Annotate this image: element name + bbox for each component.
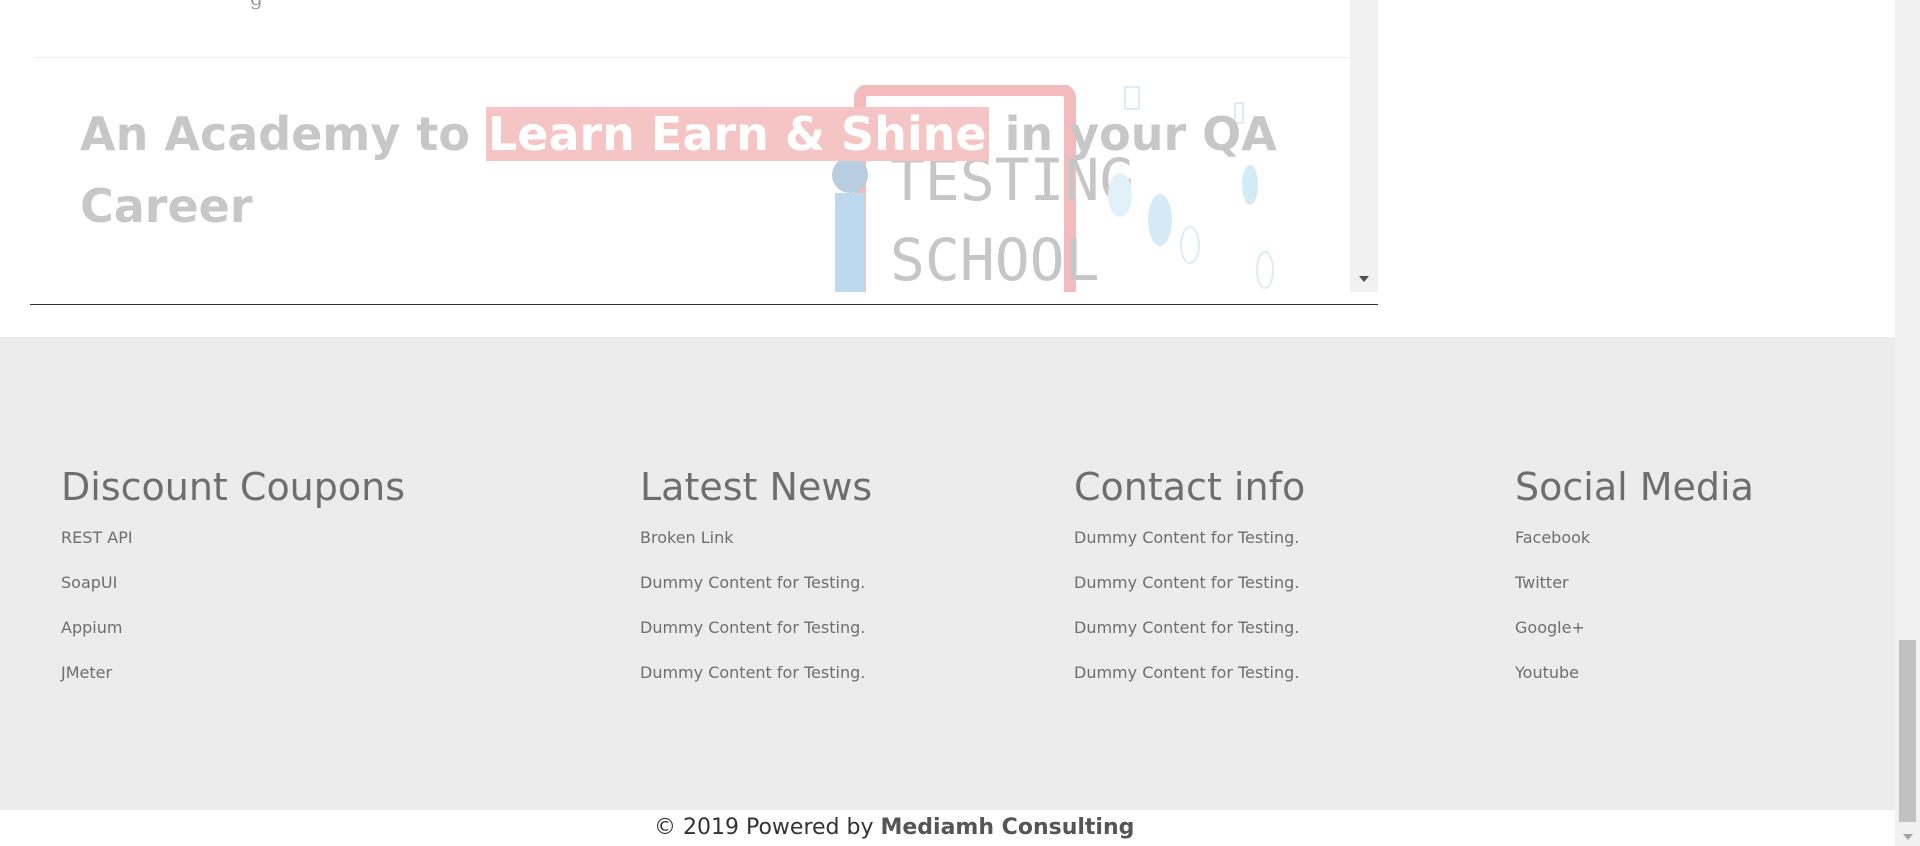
iframe-content: g TESTING SCHOOL An Academy to Learn Ear… (30, 0, 1350, 292)
footer-link[interactable]: JMeter (61, 663, 112, 682)
company-link[interactable]: Mediamh Consulting (880, 815, 1134, 840)
copyright-label: © 2019 Powered by (654, 815, 881, 840)
scroll-down-arrow-icon[interactable] (1903, 834, 1913, 840)
footer-link[interactable]: REST API (61, 528, 133, 547)
copyright-bar: © 2019 Powered by Mediamh Consulting (0, 810, 1895, 846)
divider (34, 57, 1350, 58)
footer-link[interactable]: Appium (61, 618, 122, 637)
footer-link-youtube[interactable]: Youtube (1515, 663, 1579, 682)
copyright-text: © 2019 Powered by Mediamh Consulting (654, 814, 1134, 842)
footer-heading: Contact info (1074, 465, 1306, 509)
hero-title-prefix: An Academy to (80, 107, 486, 161)
footer-link[interactable]: Dummy Content for Testing. (640, 663, 865, 682)
footer-link[interactable]: SoapUI (61, 573, 117, 592)
footer-heading: Discount Coupons (61, 465, 406, 509)
footer-link[interactable]: Dummy Content for Testing. (640, 618, 865, 637)
hero-title: An Academy to Learn Earn & Shine in your… (80, 98, 1280, 242)
scrollbar-thumb[interactable] (1899, 640, 1916, 822)
footer-heading: Social Media (1515, 465, 1754, 509)
clipped-text-fragment: g (250, 0, 290, 10)
footer-link-facebook[interactable]: Facebook (1515, 528, 1590, 547)
footer-link[interactable]: Dummy Content for Testing. (1074, 663, 1299, 682)
footer-column-discount-coupons: Discount Coupons REST API SoapUI Appium … (61, 464, 405, 708)
footer-link-google-plus[interactable]: Google+ (1515, 618, 1585, 637)
footer-link-twitter[interactable]: Twitter (1515, 573, 1569, 592)
hero-title-highlight: Learn Earn & Shine (485, 107, 989, 161)
footer-column-latest-news: Latest News Broken Link Dummy Content fo… (640, 464, 872, 708)
footer-heading: Latest News (640, 465, 873, 509)
footer: Discount Coupons REST API SoapUI Appium … (0, 337, 1895, 810)
page-scrollbar[interactable] (1895, 0, 1920, 846)
footer-link[interactable]: Dummy Content for Testing. (640, 573, 865, 592)
footer-column-contact-info: Contact info Dummy Content for Testing. … (1074, 464, 1305, 708)
scroll-down-arrow-icon[interactable] (1359, 276, 1369, 282)
page: g TESTING SCHOOL An Academy to Learn Ear… (0, 0, 1920, 846)
footer-link[interactable]: Dummy Content for Testing. (1074, 573, 1299, 592)
footer-link[interactable]: Dummy Content for Testing. (1074, 528, 1299, 547)
iframe-scrollbar[interactable] (1350, 0, 1378, 292)
footer-column-social-media: Social Media Facebook Twitter Google+ Yo… (1515, 464, 1754, 708)
footer-link[interactable]: Dummy Content for Testing. (1074, 618, 1299, 637)
embedded-iframe[interactable]: g TESTING SCHOOL An Academy to Learn Ear… (30, 0, 1378, 305)
footer-link[interactable]: Broken Link (640, 528, 734, 547)
